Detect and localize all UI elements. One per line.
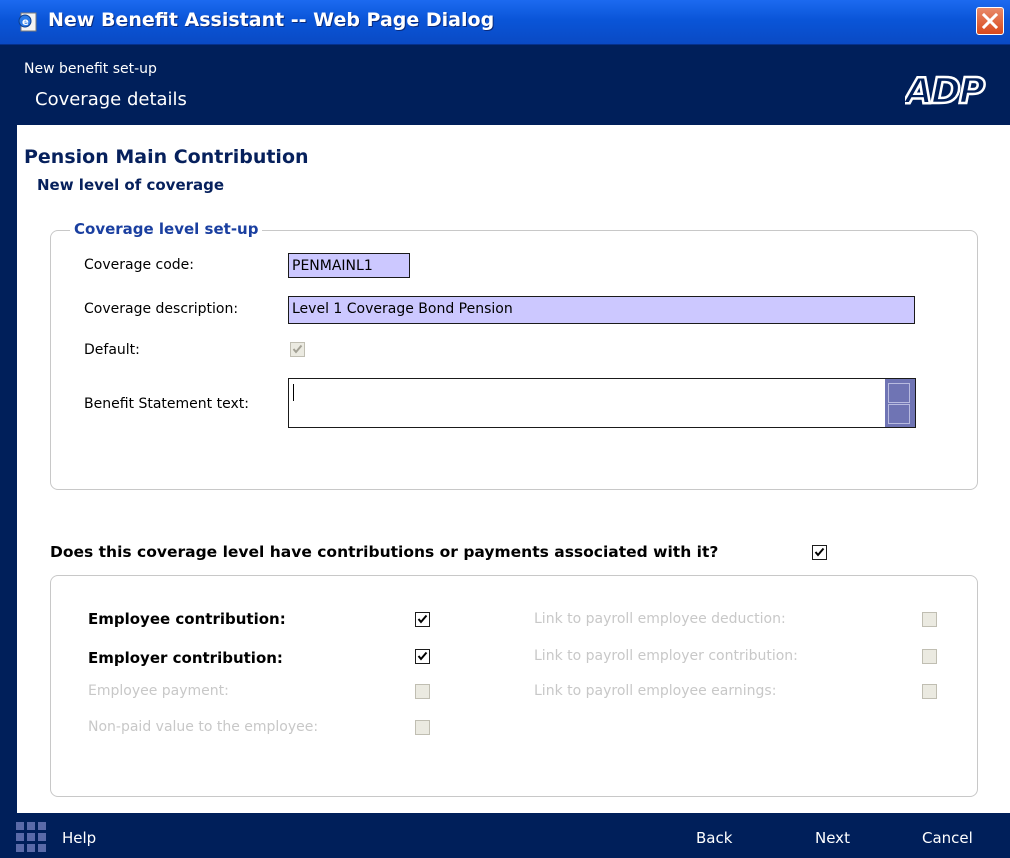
employer-contribution-label: Employer contribution: [88, 649, 283, 667]
coverage-description-label: Coverage description: [84, 301, 239, 317]
checkmark-icon [292, 344, 303, 354]
checkmark-icon [417, 651, 428, 661]
contributions-question-checkbox[interactable] [812, 545, 827, 560]
svg-text:e: e [22, 17, 29, 28]
employee-contribution-label: Employee contribution: [88, 610, 286, 628]
employee-payment-label: Employee payment: [88, 683, 229, 699]
text-caret [293, 384, 294, 401]
section-subtitle: New level of coverage [37, 176, 225, 194]
link-employer-contribution-checkbox[interactable] [922, 649, 937, 664]
help-link[interactable]: Help [62, 829, 96, 847]
section-title: Pension Main Contribution [24, 146, 309, 168]
checkmark-icon [814, 547, 825, 557]
benefit-statement-label: Benefit Statement text: [84, 396, 249, 412]
page-header: New benefit set-up Coverage details ADP [17, 45, 1010, 125]
window-title: New Benefit Assistant -- Web Page Dialog [48, 9, 495, 31]
non-paid-value-checkbox[interactable] [415, 720, 430, 735]
default-checkbox[interactable] [290, 342, 305, 357]
link-employee-earnings-checkbox[interactable] [922, 684, 937, 699]
coverage-setup-legend: Coverage level set-up [70, 220, 263, 238]
link-employee-deduction-label: Link to payroll employee deduction: [534, 611, 786, 627]
cancel-button[interactable]: Cancel [922, 829, 973, 847]
help-grid-icon [16, 822, 46, 852]
default-label: Default: [84, 342, 140, 358]
adp-logo: ADP [905, 71, 988, 111]
contributions-question: Does this coverage level have contributi… [50, 543, 719, 561]
coverage-code-label: Coverage code: [84, 257, 195, 273]
employee-payment-checkbox[interactable] [415, 684, 430, 699]
window-titlebar: e New Benefit Assistant -- Web Page Dial… [0, 0, 1010, 45]
scroll-up-arrow-icon[interactable] [888, 383, 910, 403]
close-button[interactable] [976, 7, 1004, 35]
checkmark-icon [417, 614, 428, 624]
link-employer-contribution-label: Link to payroll employer contribution: [534, 648, 798, 664]
left-frame-edge [0, 45, 17, 813]
coverage-code-input[interactable]: PENMAINL1 [288, 253, 410, 278]
employee-contribution-checkbox[interactable] [415, 612, 430, 627]
link-employee-earnings-label: Link to payroll employee earnings: [534, 683, 777, 699]
next-button[interactable]: Next [815, 829, 850, 847]
textarea-scrollbar[interactable] [885, 379, 915, 427]
close-icon [981, 12, 999, 30]
header-subtitle: New benefit set-up [24, 61, 157, 77]
benefit-statement-textarea[interactable] [288, 378, 916, 428]
ie-page-icon: e [18, 12, 37, 32]
employer-contribution-checkbox[interactable] [415, 649, 430, 664]
svg-text:ADP: ADP [905, 71, 985, 111]
scroll-down-arrow-icon[interactable] [888, 404, 910, 424]
footer-bar: Help Back Next Cancel [0, 813, 1010, 858]
coverage-description-input[interactable]: Level 1 Coverage Bond Pension [288, 296, 915, 324]
non-paid-value-label: Non-paid value to the employee: [88, 719, 319, 735]
back-button[interactable]: Back [696, 829, 732, 847]
header-title: Coverage details [35, 89, 187, 110]
link-employee-deduction-checkbox[interactable] [922, 612, 937, 627]
